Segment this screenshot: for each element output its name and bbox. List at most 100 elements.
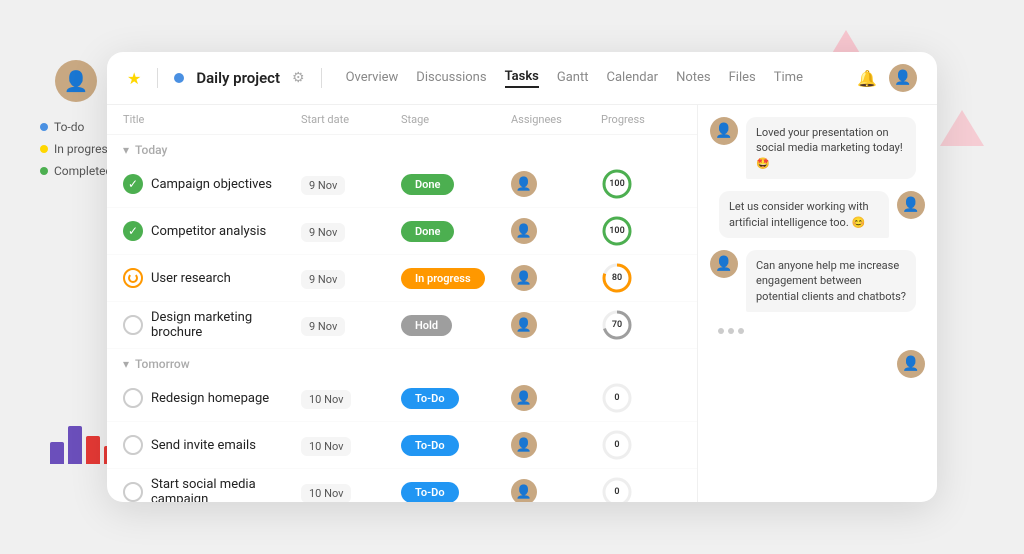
typing-dot-1 bbox=[718, 328, 724, 334]
assignee-avatar: 👤 bbox=[511, 385, 537, 411]
chart-bar-2 bbox=[68, 426, 82, 464]
tab-notes[interactable]: Notes bbox=[676, 70, 711, 87]
task-row[interactable]: ✓ Campaign objectives 9 Nov Done 👤 100 bbox=[107, 161, 697, 208]
task-stage: Done bbox=[401, 173, 511, 195]
progress-circle: 70 bbox=[601, 309, 633, 341]
task-date: 10 Nov bbox=[301, 435, 401, 456]
legend-inprogress: In progress bbox=[40, 142, 114, 156]
task-row[interactable]: Redesign homepage 10 Nov To-Do 👤 0 bbox=[107, 375, 697, 422]
task-title-cell: Redesign homepage bbox=[123, 388, 301, 408]
tab-overview[interactable]: Overview bbox=[346, 70, 399, 87]
section-tomorrow-label: Tomorrow bbox=[135, 357, 190, 371]
section-tomorrow[interactable]: ▾ Tomorrow bbox=[107, 349, 697, 375]
tab-calendar[interactable]: Calendar bbox=[607, 70, 659, 87]
task-date: 9 Nov bbox=[301, 268, 401, 289]
progress-value: 0 bbox=[614, 487, 619, 497]
progress-circle: 100 bbox=[601, 168, 633, 200]
bell-icon[interactable]: 🔔 bbox=[857, 69, 877, 88]
assignee-avatar: 👤 bbox=[511, 171, 537, 197]
check-empty-icon[interactable] bbox=[123, 315, 143, 335]
main-card: ★ Daily project ⚙ Overview Discussions T… bbox=[107, 52, 937, 502]
check-done-icon[interactable]: ✓ bbox=[123, 221, 143, 241]
task-title-cell: Design marketing brochure bbox=[123, 310, 301, 340]
task-date: 9 Nov bbox=[301, 174, 401, 195]
card-header: ★ Daily project ⚙ Overview Discussions T… bbox=[107, 52, 937, 105]
progress-value: 0 bbox=[614, 440, 619, 450]
tab-gantt[interactable]: Gantt bbox=[557, 70, 589, 87]
task-stage: To-Do bbox=[401, 387, 511, 409]
divider-2 bbox=[321, 68, 322, 88]
task-title-cell: ✓ Campaign objectives bbox=[123, 174, 301, 194]
col-progress: Progress bbox=[601, 113, 681, 126]
project-title: Daily project bbox=[196, 69, 280, 87]
task-row[interactable]: User research 9 Nov In progress 👤 80 bbox=[107, 255, 697, 302]
tab-tasks[interactable]: Tasks bbox=[505, 69, 539, 88]
assignee-avatar: 👤 bbox=[511, 312, 537, 338]
task-row[interactable]: Design marketing brochure 9 Nov Hold 👤 7… bbox=[107, 302, 697, 349]
tab-files[interactable]: Files bbox=[729, 70, 756, 87]
task-title: Design marketing brochure bbox=[151, 310, 301, 340]
section-today-chevron: ▾ bbox=[123, 143, 129, 157]
typing-dot-3 bbox=[738, 328, 744, 334]
chat-avatar-bottom: 👤 bbox=[897, 350, 925, 378]
chat-message-2: 👤 Let us consider working with artificia… bbox=[710, 191, 925, 238]
legend-dot-inprogress bbox=[40, 145, 48, 153]
progress-circle: 0 bbox=[601, 429, 633, 461]
assignee-avatar: 👤 bbox=[511, 432, 537, 458]
check-empty-icon[interactable] bbox=[123, 435, 143, 455]
check-done-icon[interactable]: ✓ bbox=[123, 174, 143, 194]
legend-dot-completed bbox=[40, 167, 48, 175]
chart-bar-3 bbox=[86, 436, 100, 464]
project-dot bbox=[174, 73, 184, 83]
task-title-cell: Start social media campaign bbox=[123, 477, 301, 502]
chat-bubble-3: Can anyone help me increase engagement b… bbox=[746, 250, 916, 312]
avatar-top-left[interactable]: 👤 bbox=[55, 60, 97, 102]
task-stage: In progress bbox=[401, 267, 511, 289]
progress-value: 100 bbox=[609, 226, 624, 236]
decoration-triangle-right bbox=[940, 110, 984, 146]
chat-panel: 👤 Loved your presentation on social medi… bbox=[697, 105, 937, 502]
chat-message-3: 👤 Can anyone help me increase engagement… bbox=[710, 250, 925, 312]
legend-label-todo: To-do bbox=[54, 120, 84, 134]
progress-circle: 0 bbox=[601, 382, 633, 414]
col-assignees: Assignees bbox=[511, 113, 601, 126]
settings-icon[interactable]: ⚙ bbox=[292, 70, 305, 86]
section-today[interactable]: ▾ Today bbox=[107, 135, 697, 161]
task-row[interactable]: Start social media campaign 10 Nov To-Do… bbox=[107, 469, 697, 502]
task-row[interactable]: Send invite emails 10 Nov To-Do 👤 0 bbox=[107, 422, 697, 469]
assignee-avatar: 👤 bbox=[511, 218, 537, 244]
task-stage: Done bbox=[401, 220, 511, 242]
check-empty-icon[interactable] bbox=[123, 482, 143, 502]
task-date: 9 Nov bbox=[301, 315, 401, 336]
nav-tabs: Overview Discussions Tasks Gantt Calenda… bbox=[346, 69, 803, 88]
check-empty-icon[interactable] bbox=[123, 388, 143, 408]
chat-message-1: 👤 Loved your presentation on social medi… bbox=[710, 117, 925, 179]
chat-avatar-3: 👤 bbox=[710, 250, 738, 278]
user-avatar[interactable]: 👤 bbox=[889, 64, 917, 92]
chat-avatar-bottom: 👤 bbox=[710, 350, 925, 378]
task-date: 10 Nov bbox=[301, 482, 401, 503]
tasks-panel: Title Start date Stage Assignees Progres… bbox=[107, 105, 697, 502]
legend-label-inprogress: In progress bbox=[54, 142, 114, 156]
chat-bubble-1: Loved your presentation on social media … bbox=[746, 117, 916, 179]
legend: To-do In progress Completed bbox=[40, 120, 114, 178]
progress-circle: 100 bbox=[601, 215, 633, 247]
task-title: User research bbox=[151, 271, 231, 286]
typing-dot-2 bbox=[728, 328, 734, 334]
tab-discussions[interactable]: Discussions bbox=[416, 70, 486, 87]
table-header: Title Start date Stage Assignees Progres… bbox=[107, 105, 697, 135]
task-title: Redesign homepage bbox=[151, 391, 269, 406]
chart-bar-1 bbox=[50, 442, 64, 464]
chat-bubble-2: Let us consider working with artificial … bbox=[719, 191, 889, 238]
legend-todo: To-do bbox=[40, 120, 114, 134]
tab-time[interactable]: Time bbox=[774, 70, 803, 87]
col-startdate: Start date bbox=[301, 113, 401, 126]
task-stage: To-Do bbox=[401, 481, 511, 502]
card-body: Title Start date Stage Assignees Progres… bbox=[107, 105, 937, 502]
header-right: 🔔 👤 bbox=[857, 64, 917, 92]
chat-avatar-2: 👤 bbox=[897, 191, 925, 219]
task-title: Send invite emails bbox=[151, 438, 256, 453]
task-row[interactable]: ✓ Competitor analysis 9 Nov Done 👤 100 bbox=[107, 208, 697, 255]
chat-typing-indicator bbox=[710, 324, 925, 338]
check-inprogress-icon[interactable] bbox=[123, 268, 143, 288]
